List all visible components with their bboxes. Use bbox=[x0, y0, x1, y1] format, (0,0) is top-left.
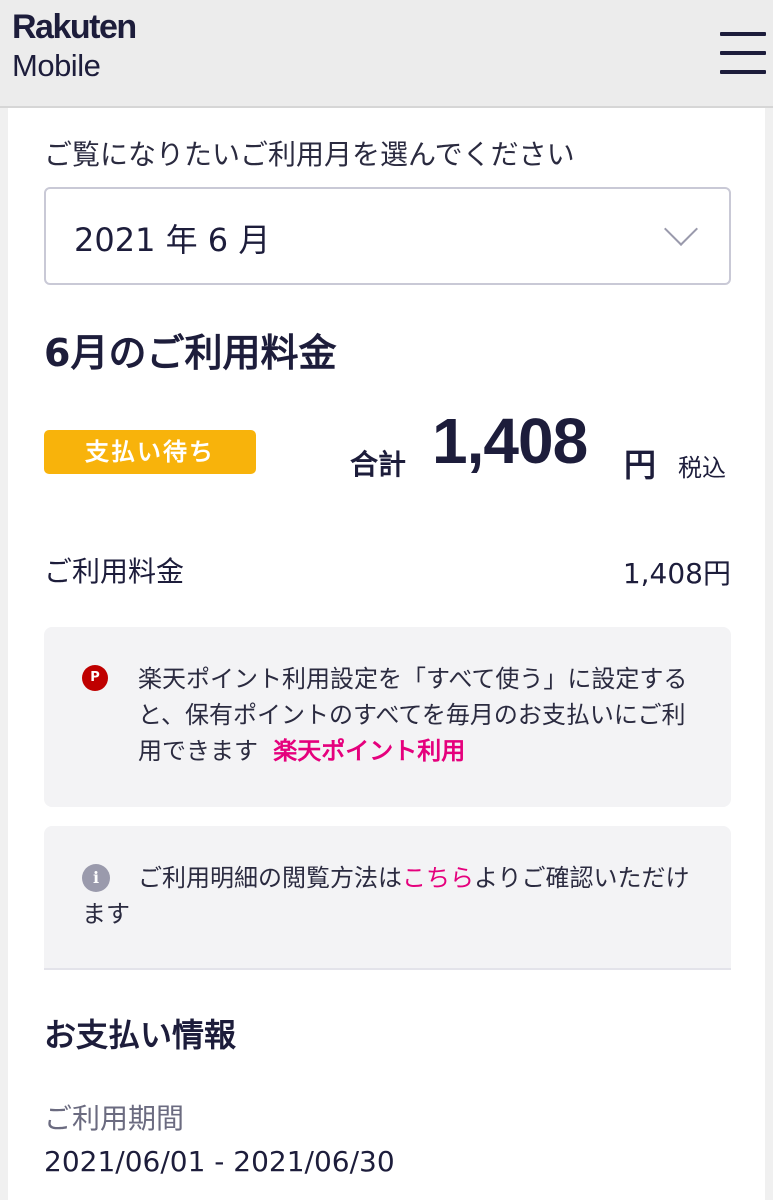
info-here-link[interactable]: こちら bbox=[402, 864, 474, 892]
hamburger-menu-icon[interactable] bbox=[718, 30, 768, 78]
total-label: 合計 bbox=[350, 448, 407, 481]
points-notice: P 楽天ポイント利用設定を「すべて使う」に設定すると、保有ポイントのすべてを毎月… bbox=[44, 627, 731, 807]
tax-included-note: 税込 bbox=[678, 454, 726, 482]
rakuten-points-icon: P bbox=[82, 665, 108, 691]
points-notice-text: 楽天ポイント利用設定を「すべて使う」に設定すると、保有ポイントのすべてを毎月のお… bbox=[138, 661, 698, 769]
app-header: Rakuten Mobile bbox=[0, 0, 773, 108]
logo-mobile[interactable]: Mobile bbox=[12, 48, 101, 84]
info-notice-text-before: ご利用明細の閲覧方法は bbox=[138, 864, 402, 892]
usage-fee-label: ご利用料金 bbox=[44, 555, 185, 588]
usage-period-value: 2021/06/01 - 2021/06/30 bbox=[44, 1145, 395, 1178]
info-notice-text: ご利用明細の閲覧方法はこちらよりご確認いただけます bbox=[82, 860, 702, 932]
points-setting-link[interactable]: 楽天ポイント利用 bbox=[273, 737, 465, 765]
total-amount: 1,408 bbox=[432, 405, 588, 477]
usage-fee-value: 1,408円 bbox=[622, 557, 731, 590]
payment-info-title: お支払い情報 bbox=[44, 1016, 237, 1054]
month-select-value: 2021 年 6 月 bbox=[74, 221, 271, 259]
status-badge: 支払い待ち bbox=[44, 430, 256, 474]
total-currency: 円 bbox=[624, 446, 657, 484]
billing-month-title: 6月のご利用料金 bbox=[44, 331, 337, 375]
logo-rakuten[interactable]: Rakuten bbox=[12, 8, 137, 47]
info-notice: i ご利用明細の閲覧方法はこちらよりご確認いただけます bbox=[44, 826, 731, 970]
usage-period-label: ご利用期間 bbox=[44, 1102, 185, 1135]
month-select-label: ご覧になりたいご利用月を選んでください bbox=[44, 138, 575, 171]
chevron-down-icon bbox=[664, 212, 698, 246]
month-select[interactable]: 2021 年 6 月 bbox=[44, 187, 731, 285]
